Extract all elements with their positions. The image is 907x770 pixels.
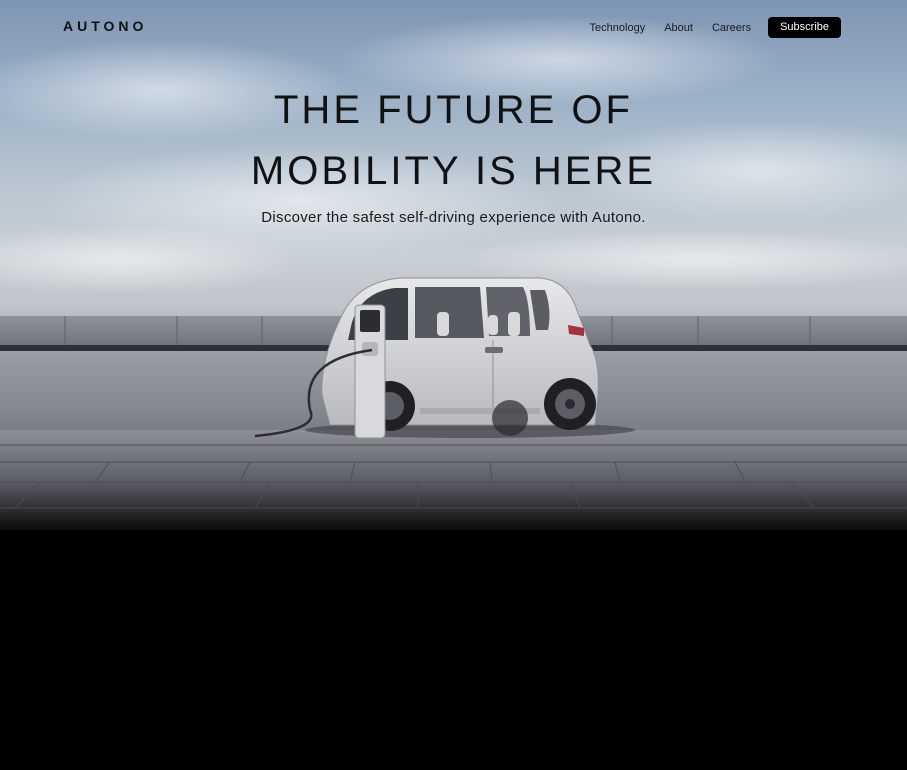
hero-headline-line-1: THE FUTURE OF [274, 88, 633, 132]
subscribe-button[interactable]: Subscribe [768, 17, 841, 38]
hero-section: AUTONO Technology About Careers Subscrib… [0, 0, 907, 530]
hero-headline-line-2: MOBILITY IS HERE [250, 149, 657, 193]
page: AUTONO Technology About Careers Subscrib… [0, 0, 907, 770]
hero-headline: THE FUTURE OF MOBILITY IS HERE [0, 80, 907, 202]
nav-link-about[interactable]: About [664, 22, 693, 34]
main-nav: Technology About Careers Subscribe [571, 17, 841, 38]
nav-link-technology[interactable]: Technology [590, 22, 646, 34]
brand-logo[interactable]: AUTONO [63, 18, 147, 34]
hero-subtitle: Discover the safest self-driving experie… [261, 209, 646, 226]
nav-link-careers[interactable]: Careers [712, 22, 751, 34]
dark-content-area [0, 530, 907, 770]
